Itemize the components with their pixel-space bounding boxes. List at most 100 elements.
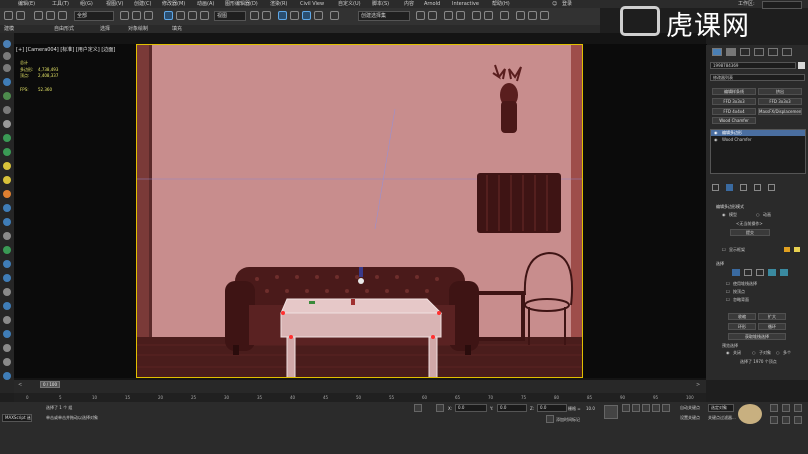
- bind-spacewarp-icon[interactable]: [58, 11, 67, 20]
- remove-modifier-icon[interactable]: [754, 184, 761, 191]
- auto-key-button[interactable]: 自动关键点: [680, 405, 700, 411]
- model-radio[interactable]: ◉: [722, 212, 726, 217]
- hierarchy-panel-tab[interactable]: [740, 48, 750, 56]
- goto-end-icon[interactable]: [662, 404, 670, 412]
- menu-customize[interactable]: 自定义(U): [338, 0, 361, 8]
- tool-icon-k[interactable]: [3, 372, 11, 380]
- time-slider-thumb[interactable]: 0 / 100: [40, 381, 60, 388]
- orbit-icon[interactable]: [794, 404, 802, 412]
- pivot-center-icon[interactable]: [250, 11, 259, 20]
- schematic-view-icon[interactable]: [484, 11, 493, 20]
- x-coord-field[interactable]: 0.0: [455, 404, 487, 412]
- select-and-move-icon[interactable]: [164, 11, 173, 20]
- layer-explorer-icon[interactable]: [444, 11, 453, 20]
- stack-item-wood-chamfer-eye-icon[interactable]: ◉: [714, 137, 718, 142]
- snap-toggle-icon[interactable]: [278, 11, 287, 20]
- object-color-swatch[interactable]: [798, 62, 805, 69]
- named-selection-dropdown[interactable]: 创建选择集: [358, 11, 410, 21]
- display-icon[interactable]: [3, 92, 11, 100]
- modify-panel-tab[interactable]: [726, 48, 736, 56]
- grow-button[interactable]: 扩大: [758, 313, 786, 320]
- polygon-mode-icon[interactable]: [768, 269, 776, 276]
- z-coord-field[interactable]: 0.0: [537, 404, 567, 412]
- angle-snap-icon[interactable]: [290, 11, 299, 20]
- select-and-rotate-icon[interactable]: [176, 11, 185, 20]
- modifier-edit-spline-button[interactable]: 编辑样条线: [712, 88, 756, 95]
- tool-icon-g[interactable]: [3, 316, 11, 324]
- link-icon[interactable]: [34, 11, 43, 20]
- cone-icon[interactable]: [3, 148, 11, 156]
- motion-panel-tab[interactable]: [754, 48, 764, 56]
- next-frame-icon[interactable]: [652, 404, 660, 412]
- helper-icon[interactable]: [3, 190, 11, 198]
- create-icon[interactable]: [3, 40, 11, 48]
- field-of-view-icon[interactable]: [770, 416, 778, 424]
- camera-viewport[interactable]: [136, 44, 583, 378]
- play-icon[interactable]: [642, 404, 650, 412]
- tool-icon-d[interactable]: [3, 274, 11, 282]
- lock-selection-icon[interactable]: [414, 404, 422, 412]
- ignore-backfacing-checkbox[interactable]: ☐: [726, 297, 730, 302]
- make-unique-icon[interactable]: [740, 184, 747, 191]
- stack-item-wood-chamfer[interactable]: Wood Chamfer: [722, 137, 752, 142]
- set-key-icon[interactable]: [604, 405, 618, 419]
- sign-in-button[interactable]: 登录: [562, 0, 572, 8]
- unlink-icon[interactable]: [46, 11, 55, 20]
- tab-freeform[interactable]: 自由形式: [54, 25, 74, 33]
- ribbon-toggle-icon[interactable]: [456, 11, 465, 20]
- menu-tools[interactable]: 工具(T): [52, 0, 69, 8]
- commit-button[interactable]: 提交: [730, 229, 770, 236]
- by-vertex-checkbox[interactable]: ☐: [726, 281, 730, 286]
- modify-icon[interactable]: [3, 52, 11, 60]
- display-panel-tab[interactable]: [768, 48, 778, 56]
- menu-help[interactable]: 帮助(H): [492, 0, 510, 8]
- spinner-snap-icon[interactable]: [314, 11, 323, 20]
- modifier-wood-chamfer-button[interactable]: Wood Chamfer: [712, 117, 756, 124]
- preview-subobj-radio[interactable]: ○: [752, 350, 756, 355]
- cage-color-b[interactable]: [794, 247, 800, 252]
- tool-icon-j[interactable]: [3, 358, 11, 366]
- modifier-massfx-button[interactable]: MassFX/Displacement: [758, 108, 802, 115]
- tab-selection[interactable]: 选择: [100, 25, 110, 33]
- menu-group[interactable]: 组(G): [80, 0, 93, 8]
- utilities-panel-tab[interactable]: [782, 48, 792, 56]
- maxscript-listener[interactable]: MAXScript 迷: [2, 414, 32, 422]
- modifier-ffd444-button[interactable]: FFD 4x4x4: [712, 108, 756, 115]
- menu-arnold[interactable]: Arnold: [424, 0, 440, 8]
- animate-radio[interactable]: ○: [756, 212, 760, 217]
- mirror-icon[interactable]: [416, 11, 425, 20]
- modifier-extrude-button[interactable]: 挤出: [758, 88, 802, 95]
- show-end-result-icon[interactable]: [726, 184, 733, 191]
- time-slider-next-icon[interactable]: >: [696, 382, 700, 388]
- key-filters-button[interactable]: 关键点过滤器...: [708, 415, 736, 421]
- light-icon[interactable]: [3, 162, 11, 170]
- y-coord-field[interactable]: 0.0: [497, 404, 527, 412]
- undo-icon[interactable]: [4, 11, 13, 20]
- modifier-ffd333-button[interactable]: FFD 3x3x3: [712, 98, 756, 105]
- menu-create[interactable]: 创建(C): [134, 0, 151, 8]
- rollout-edit-poly-mode[interactable]: 编辑多边形模式: [716, 204, 744, 210]
- time-tag-icon[interactable]: [546, 415, 554, 423]
- rectangular-selection-icon[interactable]: [144, 11, 153, 20]
- tool-icon-h[interactable]: [3, 330, 11, 338]
- ring-button[interactable]: 环形: [728, 323, 756, 330]
- material-editor-icon[interactable]: [500, 11, 509, 20]
- user-icon[interactable]: ☺: [552, 0, 557, 8]
- preview-multi-radio[interactable]: ○: [776, 350, 780, 355]
- time-slider[interactable]: [14, 380, 706, 393]
- tool-icon-f[interactable]: [3, 302, 11, 310]
- cylinder-icon[interactable]: [3, 134, 11, 142]
- menu-edit[interactable]: 编辑(E): [18, 0, 35, 8]
- edit-named-selection-icon[interactable]: [330, 11, 339, 20]
- edge-mode-icon[interactable]: [744, 269, 752, 276]
- cage-color-a[interactable]: [784, 247, 790, 252]
- pin-stack-icon[interactable]: [712, 184, 719, 191]
- maximize-viewport-icon[interactable]: [794, 416, 802, 424]
- rollout-selection[interactable]: 选择: [716, 261, 724, 267]
- menu-animation[interactable]: 动画(A): [197, 0, 214, 8]
- absolute-mode-icon[interactable]: [436, 404, 444, 412]
- set-key-button[interactable]: 设置关键点: [680, 415, 700, 421]
- time-slider-prev-icon[interactable]: <: [18, 382, 22, 388]
- modifier-list-dropdown[interactable]: 修改器列表: [710, 74, 805, 81]
- menu-modifiers[interactable]: 修改器(M): [162, 0, 185, 8]
